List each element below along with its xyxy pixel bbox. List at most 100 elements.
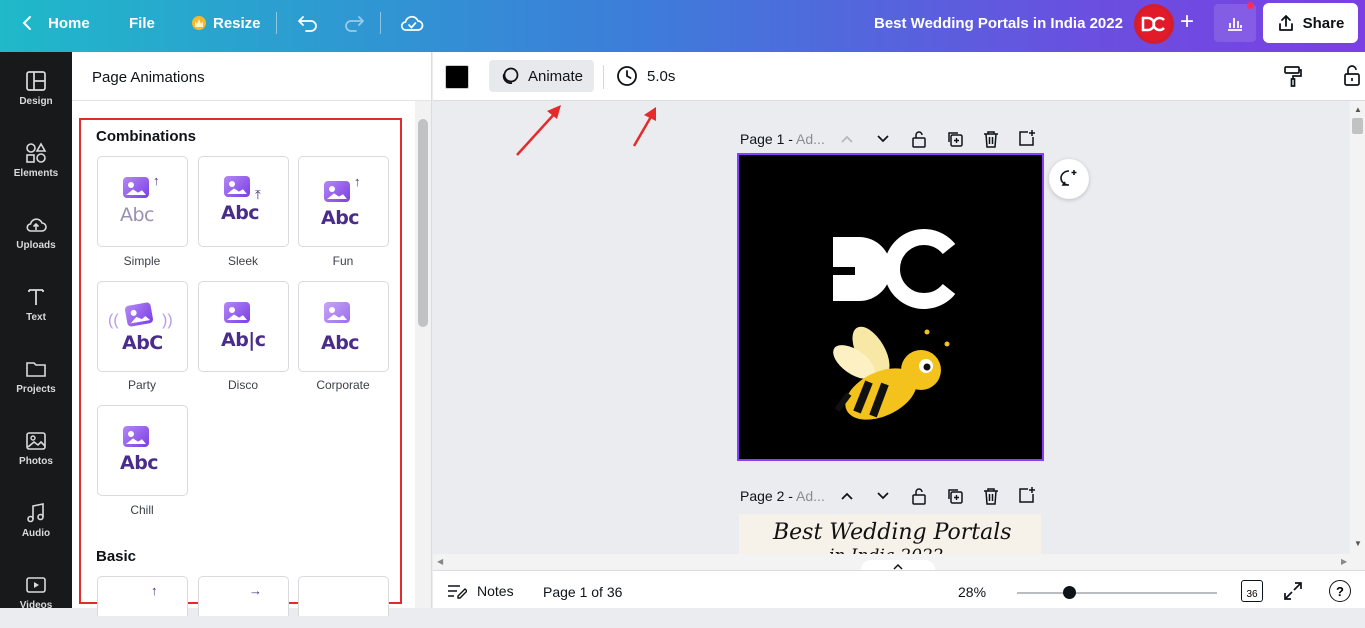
insights-button[interactable] xyxy=(1214,4,1256,42)
page-1-canvas[interactable] xyxy=(737,153,1044,461)
notes-icon xyxy=(448,585,467,599)
trash-icon xyxy=(984,488,998,505)
page-2-canvas[interactable]: Best Wedding Portals in India 2022 xyxy=(739,514,1041,554)
lock-button[interactable] xyxy=(1342,64,1362,91)
help-button[interactable]: ? xyxy=(1329,580,1351,602)
move-page-up-button[interactable] xyxy=(837,129,857,149)
animation-card-simple[interactable]: ↑ Abc xyxy=(97,156,188,247)
file-label: File xyxy=(129,14,155,32)
animation-card-corporate[interactable]: Abc xyxy=(298,281,389,372)
cloud-save-status[interactable] xyxy=(400,0,424,46)
add-page-button[interactable] xyxy=(1017,128,1037,148)
duration-button[interactable]: 5.0s xyxy=(616,65,675,87)
animation-card-basic[interactable]: → xyxy=(198,576,289,616)
scroll-right-arrow-icon[interactable]: ▶ xyxy=(1341,557,1347,566)
animation-card-fun[interactable]: ↑ Abc xyxy=(298,156,389,247)
animation-label: Simple xyxy=(123,254,161,268)
animation-card-party[interactable]: (( )) AbC xyxy=(97,281,188,372)
scroll-left-arrow-icon[interactable]: ◀ xyxy=(437,557,443,566)
add-collaborator-button[interactable]: + xyxy=(1175,10,1199,35)
arrow-up-icon: ↑ xyxy=(153,173,160,188)
preview-text: AbC xyxy=(122,332,163,354)
comment-add-icon xyxy=(1060,170,1077,186)
rail-item-design[interactable]: Design xyxy=(0,52,72,124)
rail-item-elements[interactable]: Elements xyxy=(0,124,72,196)
animate-button[interactable]: Animate xyxy=(489,60,594,92)
animation-card-chill[interactable]: Abc xyxy=(97,405,188,496)
page-indicator[interactable]: Page 1 of 36 xyxy=(543,584,622,600)
scroll-thumb[interactable] xyxy=(418,119,428,327)
preview-text: Abc xyxy=(221,202,260,224)
trash-icon xyxy=(984,131,998,148)
animation-card-disco[interactable]: Ab|c xyxy=(198,281,289,372)
lock-page-button[interactable] xyxy=(909,129,929,149)
notes-button[interactable]: Notes xyxy=(447,583,514,599)
folder-icon xyxy=(26,361,46,377)
music-icon xyxy=(27,502,44,522)
share-button[interactable]: Share xyxy=(1263,3,1358,43)
home-button[interactable]: Home xyxy=(20,0,90,46)
rail-item-videos[interactable]: Videos xyxy=(0,556,72,628)
unlock-icon xyxy=(912,488,926,505)
delete-page-button[interactable] xyxy=(981,486,1001,506)
page-label: Page 1 - xyxy=(740,131,797,147)
dc-logo-icon xyxy=(1141,16,1165,32)
rail-label: Videos xyxy=(19,599,53,611)
resize-label: Resize xyxy=(213,14,261,32)
zoom-slider[interactable] xyxy=(1017,592,1217,594)
animation-label: Sleek xyxy=(227,254,259,268)
zoom-slider-handle[interactable] xyxy=(1063,586,1076,599)
zoom-level[interactable]: 28% xyxy=(958,584,986,600)
redo-button[interactable] xyxy=(343,0,365,46)
scroll-down-arrow-icon[interactable]: ▼ xyxy=(1354,539,1362,548)
rail-item-text[interactable]: Text xyxy=(0,268,72,340)
lock-page-button[interactable] xyxy=(909,486,929,506)
scroll-up-arrow-icon[interactable]: ▲ xyxy=(1354,105,1362,114)
rail-item-photos[interactable]: Photos xyxy=(0,412,72,484)
avatar[interactable] xyxy=(1134,4,1174,44)
help-icon: ? xyxy=(1336,583,1344,599)
rail-item-audio[interactable]: Audio xyxy=(0,484,72,556)
add-page-button[interactable] xyxy=(1017,485,1037,505)
crown-icon xyxy=(192,16,206,30)
preview-text: Abc xyxy=(321,332,360,354)
image-thumbnail-icon xyxy=(123,426,149,447)
notes-label: Notes xyxy=(477,583,514,599)
add-comment-button[interactable] xyxy=(1049,159,1089,199)
move-page-up-button[interactable] xyxy=(837,486,857,506)
undo-button[interactable] xyxy=(297,0,319,46)
canvas-vertical-scrollbar[interactable]: ▲ ▼ xyxy=(1350,101,1365,554)
animation-label: Fun xyxy=(332,254,354,268)
resize-button[interactable]: Resize xyxy=(192,0,261,46)
rail-label: Audio xyxy=(21,527,51,539)
duplicate-page-button[interactable] xyxy=(945,486,965,506)
duplicate-page-button[interactable] xyxy=(945,129,965,149)
delete-page-button[interactable] xyxy=(981,129,1001,149)
move-page-down-button[interactable] xyxy=(873,129,893,149)
grid-view-button[interactable]: 36 xyxy=(1241,580,1263,602)
undo-icon xyxy=(298,16,317,32)
page-2-title[interactable]: Page 2 - Ad... xyxy=(740,488,825,504)
scroll-thumb[interactable] xyxy=(1352,118,1363,134)
paint-roller-button[interactable] xyxy=(1283,65,1303,92)
animation-label: Corporate xyxy=(316,378,370,392)
share-upload-icon xyxy=(1278,15,1293,31)
background-color-swatch[interactable] xyxy=(445,65,469,89)
image-thumbnail-icon xyxy=(324,302,350,323)
chevron-left-icon xyxy=(22,16,31,30)
page-1-title[interactable]: Page 1 - Ad... xyxy=(740,131,825,147)
document-title[interactable]: Best Wedding Portals in India 2022 xyxy=(874,15,1123,32)
move-page-down-button[interactable] xyxy=(873,486,893,506)
file-menu[interactable]: File xyxy=(129,0,155,46)
paint-roller-icon xyxy=(1284,66,1302,87)
animation-card-basic[interactable] xyxy=(298,576,389,616)
animation-card-basic[interactable]: ↑ xyxy=(97,576,188,616)
text-icon xyxy=(28,288,44,305)
panel-scrollbar[interactable] xyxy=(415,101,431,608)
animation-card-sleek[interactable]: ⤒ Abc xyxy=(198,156,289,247)
fullscreen-button[interactable] xyxy=(1283,581,1303,606)
animation-label: Chill xyxy=(130,503,154,517)
rail-item-uploads[interactable]: Uploads xyxy=(0,196,72,268)
rail-item-projects[interactable]: Projects xyxy=(0,340,72,412)
animation-label: Party xyxy=(127,378,156,392)
